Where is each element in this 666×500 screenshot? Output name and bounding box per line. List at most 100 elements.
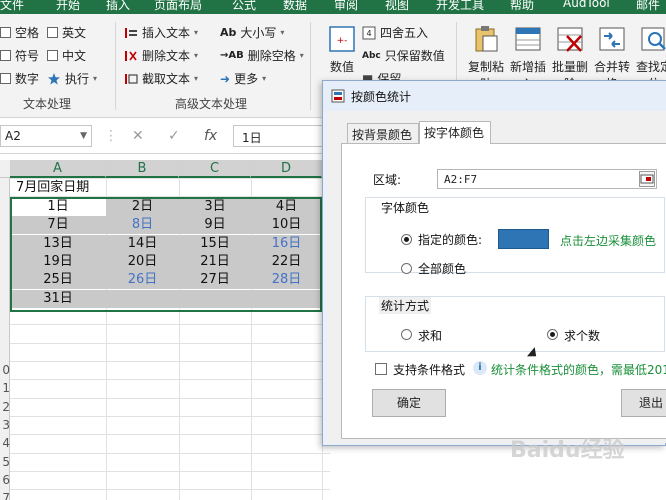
check-number[interactable]: 数字 — [0, 70, 39, 87]
cell[interactable]: 4日 — [251, 198, 322, 216]
radio-specified-color[interactable] — [401, 234, 412, 245]
cell[interactable]: 1日 — [10, 198, 106, 216]
insert-text-button[interactable]: 插入文本 ▾ — [124, 24, 198, 41]
delete-text-button[interactable]: 删除文本 ▾ — [124, 47, 198, 64]
remove-space-button[interactable]: →AB 删除空格 ▾ — [220, 47, 304, 64]
delete-text-label: 删除文本 — [142, 49, 191, 63]
case-button[interactable]: Ab 大小写 ▾ — [220, 24, 284, 41]
tab-insert[interactable]: 插入 — [106, 0, 130, 13]
cell[interactable]: 19日 — [10, 252, 106, 271]
cell[interactable]: 14日 — [106, 234, 179, 253]
row-header[interactable]: 3 — [0, 416, 10, 434]
cond-format-label: 支持条件格式 — [393, 363, 466, 377]
check-english-label: 英文 — [62, 26, 87, 40]
round-button[interactable]: 4 四舍五入 — [362, 24, 428, 41]
range-input[interactable]: A2:F7 — [437, 169, 657, 189]
row-header[interactable]: 2 — [0, 398, 10, 416]
check-symbol[interactable]: 符号 — [0, 47, 39, 64]
row-header[interactable]: 4 — [0, 434, 10, 452]
column-header-b[interactable]: B — [106, 160, 179, 178]
column-header-d[interactable]: D — [251, 160, 322, 178]
cell[interactable]: 2日 — [106, 198, 179, 216]
cell[interactable]: 13日 — [10, 234, 106, 253]
info-text: 统计条件格式的颜色，需最低2010 — [491, 363, 666, 377]
cell[interactable]: 25日 — [10, 271, 106, 290]
color-swatch[interactable] — [498, 229, 549, 249]
formula-input[interactable]: 1日 — [233, 125, 333, 147]
row-header[interactable] — [0, 270, 10, 288]
cell[interactable] — [251, 289, 322, 308]
cell[interactable]: 16日 — [251, 234, 322, 253]
row-header[interactable]: 0 — [0, 361, 10, 379]
check-chinese[interactable]: 中文 — [47, 47, 86, 64]
insert-rows-icon — [515, 27, 541, 51]
tab-audtool[interactable]: AudTool — [563, 0, 610, 10]
cell[interactable]: 10日 — [251, 216, 322, 235]
range-picker-button[interactable] — [639, 171, 655, 187]
chevron-down-icon[interactable]: ▼ — [80, 131, 87, 141]
cancel-icon[interactable]: ✕ — [132, 128, 144, 144]
tab-developer[interactable]: 开发工具 — [436, 0, 484, 13]
case-label: 大小写 — [240, 26, 277, 40]
row-header[interactable]: 7 — [0, 489, 10, 500]
extract-text-button[interactable]: 截取文本 ▾ — [124, 70, 198, 87]
tab-background-color[interactable]: 按背景颜色 — [347, 123, 419, 143]
cell[interactable]: 8日 — [106, 216, 179, 235]
row-header[interactable] — [0, 306, 10, 324]
radio-sum[interactable] — [401, 329, 412, 340]
execute-button[interactable]: 执行 ▾ — [47, 70, 97, 87]
cell[interactable]: 22日 — [251, 252, 322, 271]
row-header[interactable] — [0, 215, 10, 233]
row-header[interactable] — [0, 324, 10, 342]
cell[interactable]: 31日 — [10, 289, 106, 308]
tab-view[interactable]: 视图 — [385, 0, 409, 13]
tab-font-color[interactable]: 按字体颜色 — [419, 121, 491, 144]
tab-file[interactable]: 文件 — [0, 0, 24, 13]
more-button[interactable]: ➜ 更多 ▾ — [220, 70, 266, 87]
cell[interactable]: 26日 — [106, 271, 179, 290]
dialog-titlebar[interactable]: 按颜色统计 — [323, 81, 666, 111]
function-icon[interactable]: fx — [204, 128, 217, 144]
column-header-a[interactable]: A — [10, 160, 106, 178]
tab-help[interactable]: 帮助 — [510, 0, 534, 13]
cell[interactable]: 27日 — [179, 271, 251, 290]
row-header[interactable] — [0, 251, 10, 269]
check-space[interactable]: 空格 — [0, 24, 39, 41]
row-header[interactable]: 5 — [0, 453, 10, 471]
tab-page-layout[interactable]: 页面布局 — [154, 0, 202, 13]
radio-all-colors[interactable] — [401, 263, 412, 274]
check-english[interactable]: 英文 — [47, 24, 86, 41]
tab-mail[interactable]: 邮件 — [636, 0, 660, 13]
cell[interactable]: 20日 — [106, 252, 179, 271]
ok-button[interactable]: 确定 — [372, 389, 446, 417]
row-header[interactable] — [0, 288, 10, 306]
tab-formulas[interactable]: 公式 — [232, 0, 256, 13]
cell-a1[interactable]: 7月回家日期 — [16, 179, 89, 197]
numeric-label: 数值 — [329, 60, 354, 74]
pick-color-hint[interactable]: 点击左边采集颜色 — [560, 232, 656, 249]
row-header[interactable] — [0, 196, 10, 214]
cell[interactable]: 3日 — [179, 198, 251, 216]
exit-button[interactable]: 退出 — [621, 389, 666, 417]
tab-home[interactable]: 开始 — [56, 0, 80, 13]
cell[interactable]: 21日 — [179, 252, 251, 271]
row-header[interactable] — [0, 178, 10, 196]
enter-icon[interactable]: ✓ — [168, 128, 180, 144]
radio-count[interactable] — [547, 329, 558, 340]
tab-review[interactable]: 审阅 — [334, 0, 358, 13]
cell[interactable] — [106, 289, 179, 308]
cell[interactable] — [179, 289, 251, 308]
row-header[interactable] — [0, 233, 10, 251]
column-header-c[interactable]: C — [179, 160, 251, 178]
cond-format-checkbox[interactable] — [375, 363, 387, 375]
row-header[interactable]: 1 — [0, 379, 10, 397]
row-header[interactable]: 6 — [0, 471, 10, 489]
keep-values-button[interactable]: Abc 只保留数值 — [362, 47, 445, 64]
name-box[interactable]: A2 ▼ — [0, 125, 92, 147]
cell[interactable]: 15日 — [179, 234, 251, 253]
row-header[interactable] — [0, 343, 10, 361]
cell[interactable]: 9日 — [179, 216, 251, 235]
tab-data[interactable]: 数据 — [283, 0, 307, 13]
cell[interactable]: 7日 — [10, 216, 106, 235]
cell[interactable]: 28日 — [251, 271, 322, 290]
